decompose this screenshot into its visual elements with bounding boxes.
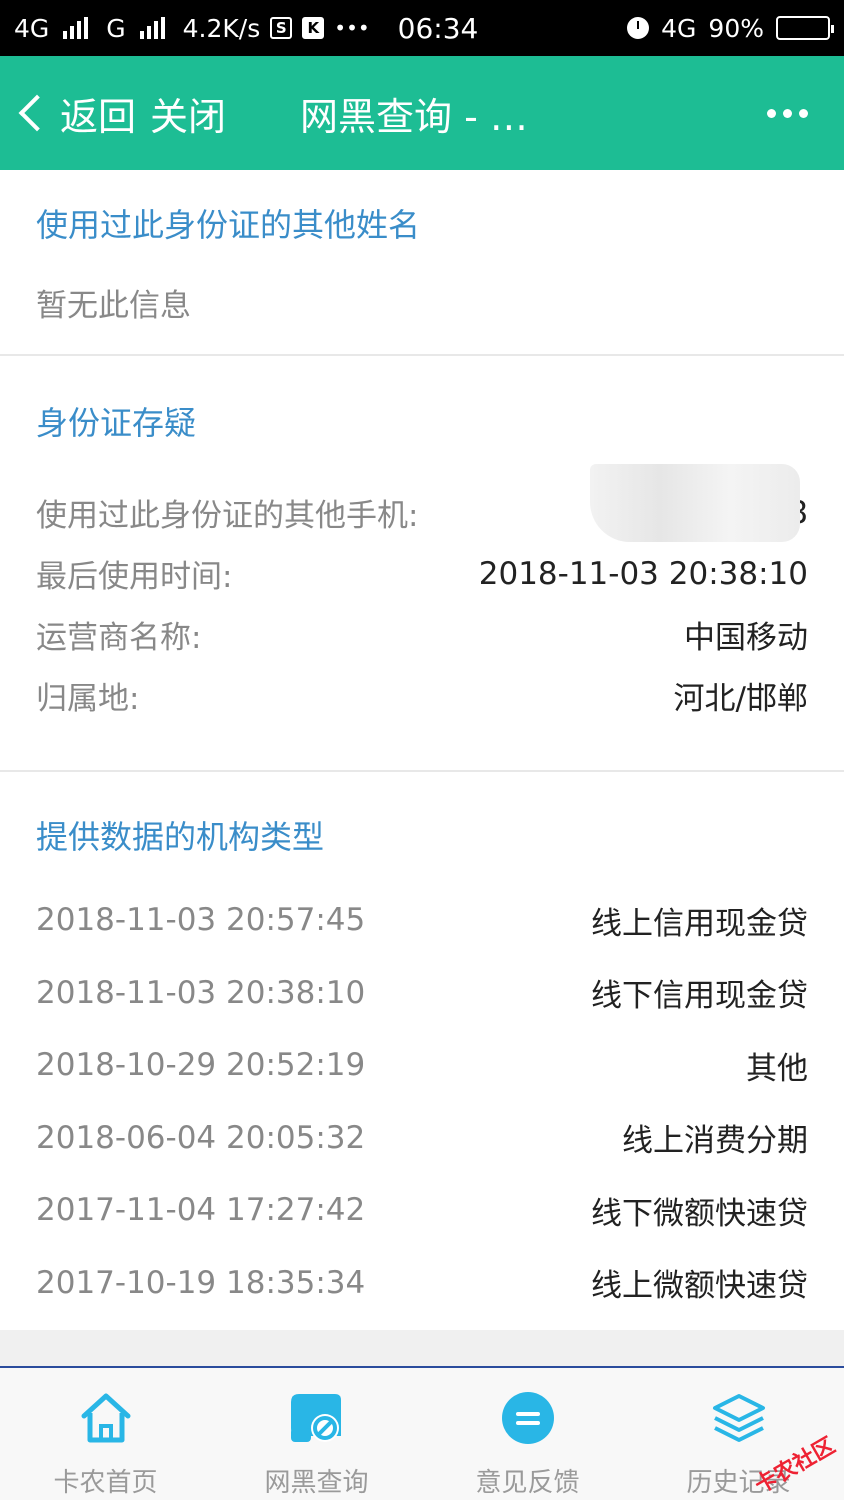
tab-feedback-label: 意见反馈 xyxy=(475,1468,580,1498)
battery-percent: 90% xyxy=(708,13,764,43)
network-label-3: 4G xyxy=(661,13,697,43)
row-org-type: 线下信用现金贷 xyxy=(591,978,808,1015)
more-menu-button[interactable] xyxy=(767,99,808,128)
id-doubt-row: 运营商名称: 中国移动 xyxy=(36,604,808,665)
row-label: 最后使用时间: xyxy=(36,559,233,595)
feedback-icon xyxy=(501,1392,554,1444)
more-notifications-icon: ••• xyxy=(334,16,370,40)
org-types-title: 提供数据的机构类型 xyxy=(36,818,325,856)
id-doubt-row: 归属地: 河北/邯郸 xyxy=(36,665,808,726)
other-names-section: 使用过此身份证的其他姓名 暂无此信息 xyxy=(0,170,844,356)
tab-blacklist-query-label: 网黑查询 xyxy=(264,1468,369,1498)
page-title: 网黑查询 - … xyxy=(300,94,528,139)
home-icon xyxy=(81,1393,130,1443)
alarm-icon xyxy=(627,17,650,39)
back-button[interactable]: 返回 xyxy=(18,86,136,141)
row-time: 2017-11-04 17:27:42 xyxy=(36,1192,366,1229)
chevron-left-icon xyxy=(18,94,56,132)
nav-bar: 返回 关闭 网黑查询 - … xyxy=(0,56,844,170)
row-org-type: 线下微额快速贷 xyxy=(591,1195,808,1232)
tab-blacklist-query[interactable]: 网黑查询 xyxy=(211,1368,422,1500)
more-dot-icon xyxy=(783,108,792,118)
row-org-type: 其他 xyxy=(746,1050,808,1087)
status-bar: 4G G 4.2K/s S K ••• 06:34 4G 90% xyxy=(0,0,844,56)
tab-feedback[interactable]: 意见反馈 xyxy=(422,1368,633,1500)
tab-home[interactable]: 卡农首页 xyxy=(0,1368,211,1500)
row-value: 中国移动 xyxy=(684,620,808,656)
signal-icon-2 xyxy=(139,17,165,39)
tab-home-label: 卡农首页 xyxy=(53,1468,158,1498)
row-value: 2018-11-03 20:38:10 xyxy=(478,555,808,592)
network-label-1: 4G xyxy=(14,13,50,43)
close-button[interactable]: 关闭 xyxy=(150,86,226,141)
row-org-type: 线上信用现金贷 xyxy=(591,905,808,942)
network-speed: 4.2K/s xyxy=(182,13,261,43)
row-time: 2018-10-29 20:52:19 xyxy=(36,1047,366,1084)
more-dot-icon xyxy=(799,108,808,118)
id-doubt-title: 身份证存疑 xyxy=(36,404,197,442)
row-org-type: 线上消费分期 xyxy=(622,1123,808,1160)
row-label: 使用过此身份证的其他手机: xyxy=(36,498,419,534)
row-time: 2017-10-19 18:35:34 xyxy=(36,1264,366,1301)
other-names-empty: 暂无此信息 xyxy=(36,288,191,324)
more-dot-icon xyxy=(767,108,776,118)
row-value: 河北/邯郸 xyxy=(673,681,808,717)
id-doubt-section: 身份证存疑 使用过此身份证的其他手机:90658最后使用时间:2018-11-0… xyxy=(0,356,844,772)
row-label: 运营商名称: xyxy=(36,620,202,656)
org-type-row: 2017-11-04 17:27:42 线下微额快速贷 xyxy=(36,1174,808,1247)
row-time: 2018-06-04 20:05:32 xyxy=(36,1119,366,1156)
content-area[interactable]: 使用过此身份证的其他姓名 暂无此信息 身份证存疑 使用过此身份证的其他手机:90… xyxy=(0,170,844,1332)
s-app-icon: S xyxy=(270,17,293,39)
row-time: 2018-11-03 20:38:10 xyxy=(36,974,366,1011)
org-types-section: 提供数据的机构类型 2018-11-03 20:57:45 线上信用现金贷 2018… xyxy=(0,772,844,1332)
row-time: 2018-11-03 20:57:45 xyxy=(36,902,366,939)
row-org-type: 线上微额快速贷 xyxy=(591,1268,808,1305)
org-type-row: 2018-11-03 20:57:45 线上信用现金贷 xyxy=(36,884,808,957)
layers-icon xyxy=(712,1394,765,1442)
back-label: 返回 xyxy=(60,94,137,139)
network-label-2: G xyxy=(106,13,126,43)
id-doubt-row: 最后使用时间: 2018-11-03 20:38:10 xyxy=(36,543,808,604)
tab-bar: 卡农首页 网黑查询 意见反馈 历史记录 卡农社区 xyxy=(0,1366,844,1500)
footer-spacer xyxy=(0,1330,844,1366)
other-names-title: 使用过此身份证的其他姓名 xyxy=(36,206,421,244)
signal-icon xyxy=(63,17,89,39)
privacy-blur xyxy=(590,464,800,542)
k-app-icon: K xyxy=(302,17,325,39)
battery-icon xyxy=(776,16,834,40)
org-type-row: 2018-11-03 20:38:10 线下信用现金贷 xyxy=(36,957,808,1030)
org-type-row: 2018-10-29 20:52:19 其他 xyxy=(36,1029,808,1102)
org-type-row: 2017-10-19 18:35:34 线上微额快速贷 xyxy=(36,1247,808,1320)
clock: 06:34 xyxy=(397,11,479,45)
row-label: 归属地: xyxy=(36,681,140,717)
org-type-row: 2018-06-04 20:05:32 线上消费分期 xyxy=(36,1102,808,1175)
blacklist-query-icon xyxy=(290,1394,341,1442)
